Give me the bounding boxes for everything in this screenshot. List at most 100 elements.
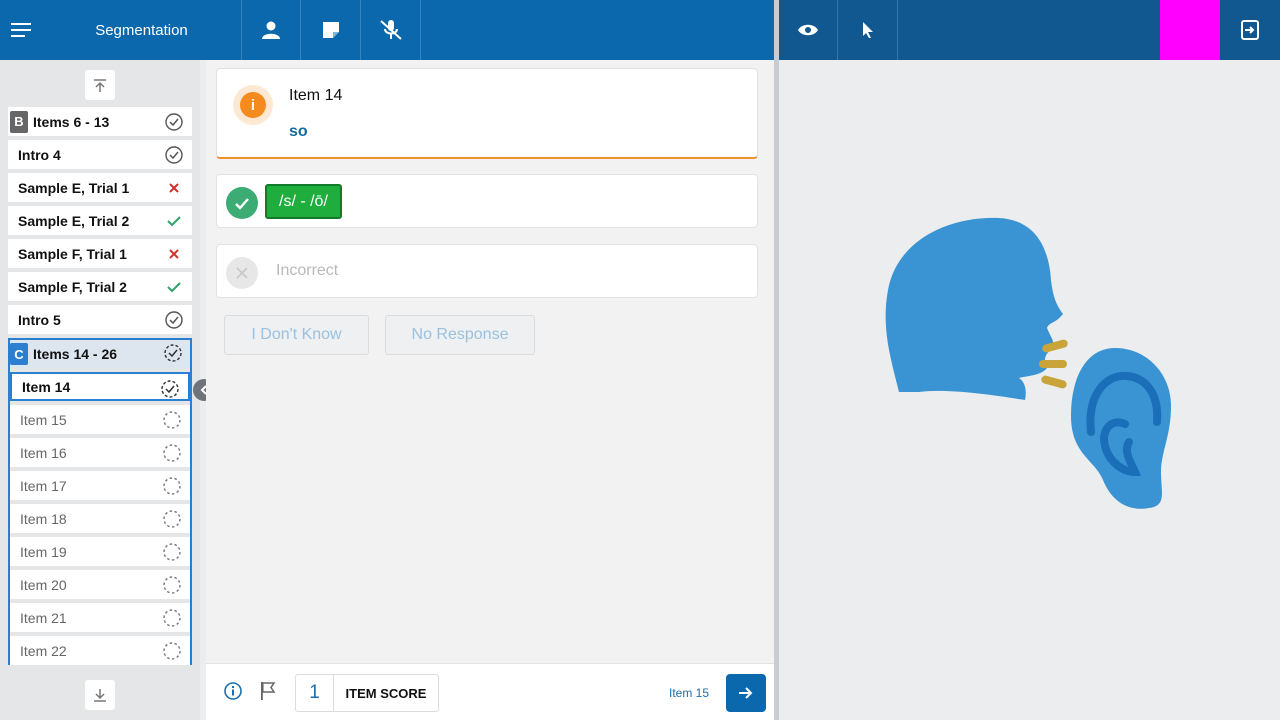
info-circle-icon [224, 682, 242, 700]
pending-icon [162, 443, 181, 462]
section-label: Items 14 - 26 [33, 346, 118, 362]
list-item-label: Item 22 [20, 642, 67, 659]
arrow-down-bar-icon [94, 688, 106, 702]
section-items: Item 14 Item 15 Item 16 Item 17 Item 18 [10, 368, 190, 665]
info-button[interactable] [224, 682, 242, 705]
notes-button[interactable] [301, 0, 361, 60]
list-item-label: Item 16 [20, 444, 67, 461]
score-label: ITEM SCORE [345, 685, 427, 701]
pending-icon [162, 542, 181, 561]
check-icon [164, 211, 183, 230]
item-sidebar: B Items 6 - 13 Intro 4 Sample E, Trial 1… [0, 60, 200, 720]
correct-response-row[interactable]: /s/ - /ō/ [216, 174, 758, 228]
stimulus-panel [779, 60, 1280, 720]
next-button[interactable] [726, 674, 766, 712]
list-item[interactable]: Item 22 [10, 636, 190, 665]
list-item[interactable]: Sample E, Trial 2 [8, 206, 192, 235]
list-item-label: Item 15 [20, 411, 67, 428]
section-group-c: C Items 14 - 26 Item 14 Item 15 Item 16 [8, 338, 192, 665]
list-item-label: Sample E, Trial 2 [18, 212, 130, 229]
incorrect-label: Incorrect [276, 262, 339, 279]
x-circle-icon [226, 257, 258, 289]
mic-off-icon [379, 20, 402, 40]
in-progress-icon [164, 344, 182, 365]
x-mark-icon [164, 244, 183, 263]
list-item-label: Item 18 [20, 510, 67, 527]
list-item[interactable]: Item 19 [10, 537, 190, 566]
list-item[interactable]: B Items 6 - 13 [8, 107, 192, 136]
score-value: 1 [296, 675, 334, 711]
view-button[interactable] [779, 0, 838, 60]
list-item[interactable]: Item 15 [10, 405, 190, 434]
top-toolbar: Segmentation [0, 0, 774, 60]
mute-mic-button[interactable] [361, 0, 421, 60]
list-item-label: Item 20 [20, 576, 67, 593]
pending-icon [162, 410, 181, 429]
pending-icon [162, 476, 181, 495]
menu-icon [11, 23, 31, 37]
person-icon [262, 21, 280, 39]
pending-icon [162, 509, 181, 528]
list-item-label: Intro 4 [18, 146, 61, 163]
list-item[interactable]: Item 18 [10, 504, 190, 533]
menu-button[interactable] [0, 0, 42, 60]
list-item[interactable]: Sample F, Trial 1 [8, 239, 192, 268]
item-title: Item 14 [289, 87, 343, 104]
list-item[interactable]: Item 21 [10, 603, 190, 632]
incorrect-response-row[interactable]: Incorrect [216, 244, 758, 298]
list-item-label: Item 17 [20, 477, 67, 494]
no-response-button[interactable]: No Response [385, 315, 535, 355]
examinee-button[interactable] [242, 0, 301, 60]
correct-response-button[interactable]: /s/ - /ō/ [265, 184, 342, 219]
flag-icon [261, 682, 276, 700]
arrow-up-bar-icon [94, 78, 106, 92]
list-item-label: Sample F, Trial 1 [18, 245, 127, 262]
pending-icon [162, 575, 181, 594]
item-panel: i Item 14 so /s/ - /ō/ Incorrect I Don't… [206, 60, 774, 720]
item-score: 1 ITEM SCORE [295, 674, 439, 712]
list-item-label: Items 6 - 13 [33, 113, 110, 130]
item-word: so [289, 123, 308, 140]
list-item-label: Intro 5 [18, 311, 61, 328]
note-icon [322, 22, 339, 38]
list-item[interactable]: Item 16 [10, 438, 190, 467]
pointer-button[interactable] [838, 0, 898, 60]
item-list[interactable]: B Items 6 - 13 Intro 4 Sample E, Trial 1… [8, 107, 192, 675]
pending-icon [162, 608, 181, 627]
list-item[interactable]: Sample E, Trial 1 [8, 173, 192, 202]
list-item[interactable]: Intro 5 [8, 305, 192, 334]
in-progress-icon [160, 379, 179, 398]
list-item-label: Sample E, Trial 1 [18, 179, 130, 196]
check-circle-icon [226, 187, 258, 219]
arrow-right-icon [739, 687, 753, 699]
dont-know-button[interactable]: I Don't Know [224, 315, 369, 355]
list-item-label: Item 21 [20, 609, 67, 626]
section-header[interactable]: C Items 14 - 26 [10, 340, 190, 368]
scroll-top-button[interactable] [85, 70, 115, 100]
list-item[interactable]: Sample F, Trial 2 [8, 272, 192, 301]
check-icon [164, 277, 183, 296]
pointer-icon [862, 22, 873, 38]
eye-icon [798, 24, 818, 36]
check-circle-icon [164, 145, 183, 164]
speaker-listener-illustration [885, 217, 1171, 509]
exit-icon [1241, 20, 1259, 40]
list-item-label: Item 19 [20, 543, 67, 560]
flag-button[interactable] [260, 682, 276, 705]
x-mark-icon [164, 178, 183, 197]
item-card: i Item 14 so [216, 68, 758, 159]
exit-button[interactable] [1220, 0, 1280, 60]
list-item-label: Sample F, Trial 2 [18, 278, 127, 295]
check-circle-icon [164, 310, 183, 329]
next-item-label: Item 15 [669, 686, 710, 700]
scroll-bottom-button[interactable] [85, 680, 115, 710]
list-item[interactable]: Item 20 [10, 570, 190, 599]
pending-icon [162, 641, 181, 660]
footer-bar: 1 ITEM SCORE Item 15 [206, 663, 774, 720]
list-item-label: Item 14 [22, 378, 71, 395]
section-badge: B [10, 110, 28, 133]
list-item[interactable]: Intro 4 [8, 140, 192, 169]
list-item[interactable]: Item 17 [10, 471, 190, 500]
list-item-current[interactable]: Item 14 [10, 372, 190, 401]
check-circle-icon [164, 112, 183, 131]
